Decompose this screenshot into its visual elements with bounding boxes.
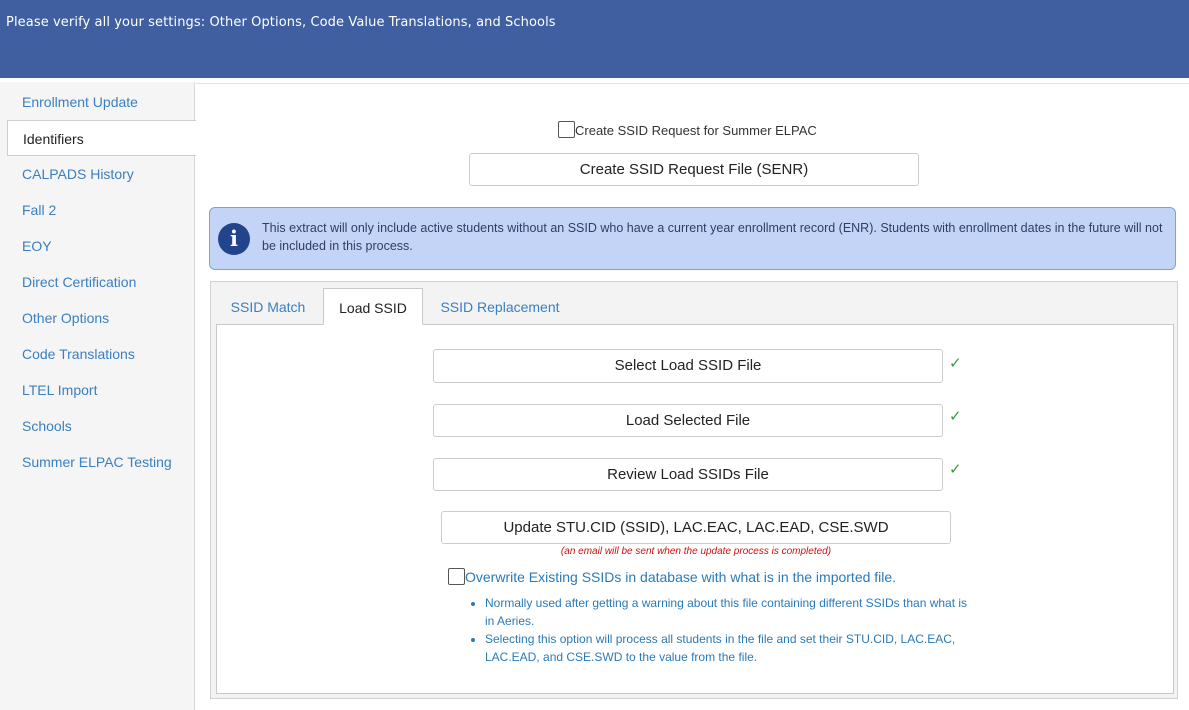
- sidebar-item-calpads-history[interactable]: CALPADS History: [0, 156, 195, 192]
- select-load-ssid-file-button[interactable]: Select Load SSID File: [433, 349, 943, 383]
- tab-ssid-replacement[interactable]: SSID Replacement: [425, 288, 575, 325]
- review-file-check-icon: ✓: [949, 461, 962, 478]
- main-content: Create SSID Request for Summer ELPAC Cre…: [196, 82, 1189, 710]
- update-stu-cid-button[interactable]: Update STU.CID (SSID), LAC.EAC, LAC.EAD,…: [441, 511, 951, 544]
- overwrite-ssids-label: Overwrite Existing SSIDs in database wit…: [465, 569, 897, 585]
- tab-load-ssid[interactable]: Load SSID: [323, 288, 423, 325]
- overwrite-notes-list: Normally used after getting a warning ab…: [469, 594, 969, 666]
- create-ssid-request-button[interactable]: Create SSID Request File (SENR): [469, 153, 919, 186]
- review-load-ssids-file-button[interactable]: Review Load SSIDs File: [433, 458, 943, 491]
- sidebar-item-ltel-import[interactable]: LTEL Import: [0, 372, 195, 408]
- sidebar-item-summer-elpac-testing[interactable]: Summer ELPAC Testing: [0, 444, 195, 480]
- email-note: (an email will be sent when the update p…: [560, 546, 832, 557]
- page-header: Please verify all your settings: Other O…: [0, 0, 1189, 78]
- overwrite-ssids-option: Overwrite Existing SSIDs in database wit…: [448, 568, 896, 585]
- summer-elpac-checkbox[interactable]: [558, 121, 575, 138]
- sidebar-item-enrollment-update[interactable]: Enrollment Update: [0, 84, 195, 120]
- sidebar-item-identifiers[interactable]: Identifiers: [7, 120, 196, 156]
- sidebar-nav: Enrollment Update Identifiers CALPADS Hi…: [0, 82, 196, 710]
- info-message-text: This extract will only include active st…: [262, 221, 1163, 253]
- list-item: Selecting this option will process all s…: [485, 630, 969, 666]
- info-circle-icon: i: [218, 223, 250, 255]
- tab-ssid-match[interactable]: SSID Match: [215, 288, 321, 325]
- load-selected-file-button[interactable]: Load Selected File: [433, 404, 943, 437]
- sidebar-item-other-options[interactable]: Other Options: [0, 300, 195, 336]
- load-ssid-panel: Select Load SSID File ✓ Load Selected Fi…: [216, 324, 1174, 694]
- sidebar-item-code-translations[interactable]: Code Translations: [0, 336, 195, 372]
- summer-elpac-option: Create SSID Request for Summer ELPAC: [558, 121, 817, 138]
- sidebar-item-fall-2[interactable]: Fall 2: [0, 192, 195, 228]
- sidebar-item-direct-certification[interactable]: Direct Certification: [0, 264, 195, 300]
- summer-elpac-checkbox-label: Create SSID Request for Summer ELPAC: [575, 123, 817, 138]
- load-file-check-icon: ✓: [949, 408, 962, 425]
- page-title: Please verify all your settings: Other O…: [6, 15, 556, 30]
- sidebar-item-eoy[interactable]: EOY: [0, 228, 195, 264]
- list-item: Normally used after getting a warning ab…: [485, 594, 969, 630]
- ssid-tabs: SSID Match Load SSID SSID Replacement Se…: [210, 281, 1178, 699]
- sidebar-item-schools[interactable]: Schools: [0, 408, 195, 444]
- overwrite-ssids-checkbox[interactable]: [448, 568, 465, 585]
- info-message-box: i This extract will only include active …: [209, 207, 1176, 270]
- select-file-check-icon: ✓: [949, 355, 962, 372]
